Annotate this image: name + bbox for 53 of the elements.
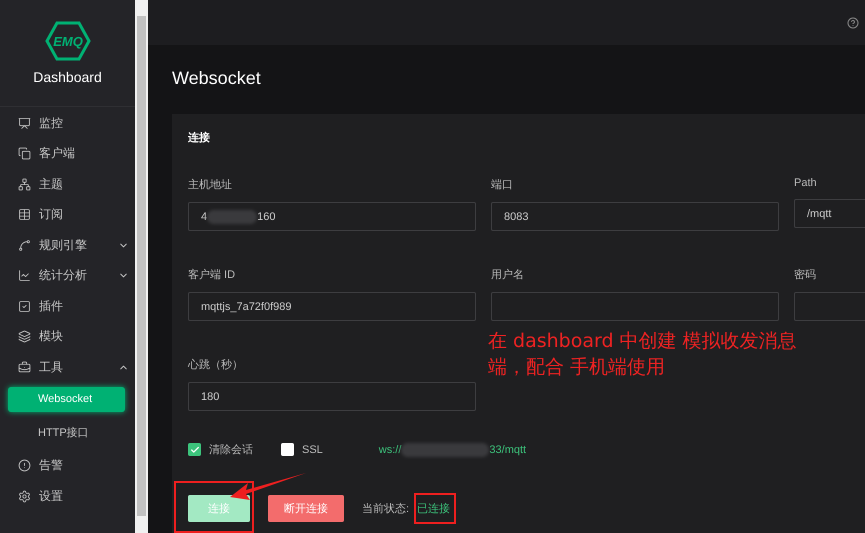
brand-title: Dashboard: [33, 69, 102, 85]
input-field[interactable]: [491, 292, 779, 321]
input-field[interactable]: 8083: [491, 202, 779, 231]
page-title: Websocket: [172, 68, 262, 89]
checkbox-icon: [18, 300, 31, 313]
scrollbar-thumb[interactable]: [137, 16, 146, 516]
highlight-frame: [414, 493, 456, 524]
checkbox[interactable]: [281, 443, 294, 456]
graph-icon: [18, 238, 31, 252]
alert-icon: [18, 459, 31, 472]
field-label: 密码: [794, 268, 817, 282]
chart-icon: [18, 269, 31, 282]
submenu-item[interactable]: HTTP接口: [8, 420, 125, 444]
hierarchy-icon: [18, 178, 31, 191]
menu-item[interactable]: 插件: [0, 291, 135, 322]
input-field[interactable]: /mqtt: [794, 199, 865, 228]
field-label: 端口: [491, 178, 514, 192]
layers-icon: [18, 330, 31, 344]
url-text: ws://: [378, 444, 402, 456]
logo-icon: EMQ: [44, 21, 90, 61]
checkbox[interactable]: [188, 443, 201, 456]
menu-item[interactable]: 监控: [0, 108, 135, 138]
input-field[interactable]: 180: [188, 382, 476, 411]
menu-item[interactable]: 主题: [0, 169, 135, 200]
input-field[interactable]: mqttjs_7a72f0f989: [188, 292, 476, 321]
menu-item[interactable]: 规则引擎: [0, 230, 135, 260]
status-value: 已连接: [417, 502, 450, 516]
field-label: Path: [794, 177, 818, 189]
card-title: 连接: [188, 130, 211, 145]
toolbox-icon: [18, 360, 31, 374]
field-label: 主机地址: [188, 178, 233, 192]
url-text: 33/mqtt: [489, 444, 526, 456]
annotation-text: 在 dashboard 中创建 模拟收发消息 端，配合 手机端使用: [488, 329, 797, 380]
menu-item[interactable]: 统计分析: [0, 260, 135, 291]
redaction-blur: [207, 210, 258, 224]
menu-item[interactable]: 订阅: [0, 200, 135, 230]
windows-icon: [18, 147, 31, 160]
menu-item[interactable]: 工具: [0, 352, 135, 382]
input-field[interactable]: 4 160: [188, 202, 476, 231]
menu-item[interactable]: 设置: [0, 481, 135, 512]
monitor-icon: [18, 116, 31, 130]
field-label: 用户名: [491, 268, 525, 282]
table-icon: [18, 208, 31, 222]
field-label: 客户端 ID: [188, 268, 236, 282]
menu-item[interactable]: 客户端: [0, 138, 135, 169]
checkbox-label: SSL: [302, 444, 323, 456]
status-label: 当前状态:: [362, 502, 410, 516]
settings-icon: [18, 490, 31, 503]
help-icon[interactable]: [847, 16, 859, 28]
field-label: 心跳（秒）: [188, 358, 244, 372]
menu-item[interactable]: 模块: [0, 322, 135, 352]
menu-item[interactable]: 告警: [0, 450, 135, 481]
checkbox-label: 清除会话: [209, 443, 253, 457]
